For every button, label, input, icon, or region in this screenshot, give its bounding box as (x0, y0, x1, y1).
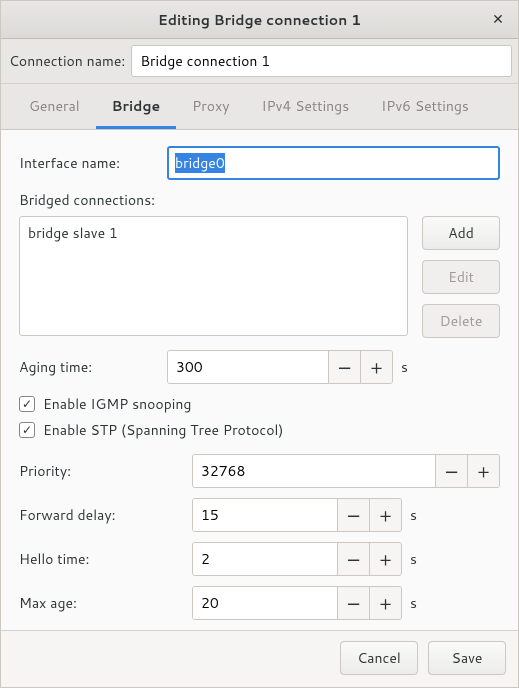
connection-name-input[interactable] (131, 45, 512, 77)
plus-icon[interactable]: + (369, 587, 401, 619)
add-button[interactable]: Add (422, 216, 500, 250)
interface-name-label: Interface name: (19, 153, 159, 173)
hello-time-label: Hello time: (19, 549, 184, 569)
tab-general[interactable]: General (13, 84, 96, 129)
minus-icon[interactable]: − (337, 587, 369, 619)
delete-button[interactable]: Delete (422, 304, 500, 338)
hello-time-spin: − + (192, 542, 402, 576)
unit-seconds: s (410, 549, 424, 569)
max-age-label: Max age: (19, 593, 184, 613)
max-age-input[interactable] (193, 587, 337, 619)
tab-bar: General Bridge Proxy IPv4 Settings IPv6 … (1, 84, 518, 130)
plus-icon[interactable]: + (360, 351, 392, 383)
tab-ipv6[interactable]: IPv6 Settings (365, 84, 485, 129)
aging-time-spin: − + (167, 350, 393, 384)
interface-name-input[interactable]: bridge0 (167, 146, 500, 180)
priority-label: Priority: (19, 461, 184, 481)
hello-time-input[interactable] (193, 543, 337, 575)
plus-icon[interactable]: + (369, 543, 401, 575)
max-age-spin: − + (192, 586, 402, 620)
minus-icon[interactable]: − (337, 543, 369, 575)
plus-icon[interactable]: + (467, 455, 499, 487)
cancel-button[interactable]: Cancel (340, 641, 418, 675)
forward-delay-input[interactable] (193, 499, 337, 531)
aging-time-label: Aging time: (19, 357, 159, 377)
interface-name-value: bridge0 (175, 153, 225, 173)
titlebar: Editing Bridge connection 1 ✕ (1, 1, 518, 39)
bridged-connections-label: Bridged connections: (19, 190, 500, 210)
tab-proxy[interactable]: Proxy (176, 84, 245, 129)
forward-delay-spin: − + (192, 498, 402, 532)
tab-content: Interface name: bridge0 Bridged connecti… (1, 130, 518, 630)
connection-name-label: Connection name: (7, 51, 125, 71)
minus-icon[interactable]: − (435, 455, 467, 487)
window-title: Editing Bridge connection 1 (158, 10, 361, 30)
plus-icon[interactable]: + (369, 499, 401, 531)
bridged-connections-list[interactable]: bridge slave 1 (19, 216, 408, 336)
save-button[interactable]: Save (428, 641, 506, 675)
unit-seconds: s (410, 505, 424, 525)
list-item[interactable]: bridge slave 1 (28, 223, 399, 243)
unit-seconds: s (401, 357, 415, 377)
stp-checkbox[interactable] (19, 422, 35, 438)
priority-input[interactable] (193, 455, 435, 487)
forward-delay-label: Forward delay: (19, 505, 184, 525)
aging-time-input[interactable] (168, 351, 328, 383)
tab-bridge[interactable]: Bridge (96, 84, 177, 129)
connection-name-row: Connection name: (1, 39, 518, 84)
minus-icon[interactable]: − (337, 499, 369, 531)
tab-ipv4[interactable]: IPv4 Settings (245, 84, 365, 129)
priority-spin: − + (192, 454, 500, 488)
dialog-footer: Cancel Save (1, 630, 518, 687)
minus-icon[interactable]: − (328, 351, 360, 383)
stp-label: Enable STP (Spanning Tree Protocol) (43, 420, 283, 440)
igmp-checkbox[interactable] (19, 396, 35, 412)
igmp-label: Enable IGMP snooping (43, 394, 191, 414)
close-icon[interactable]: ✕ (488, 9, 508, 29)
unit-seconds: s (410, 593, 424, 613)
edit-button[interactable]: Edit (422, 260, 500, 294)
